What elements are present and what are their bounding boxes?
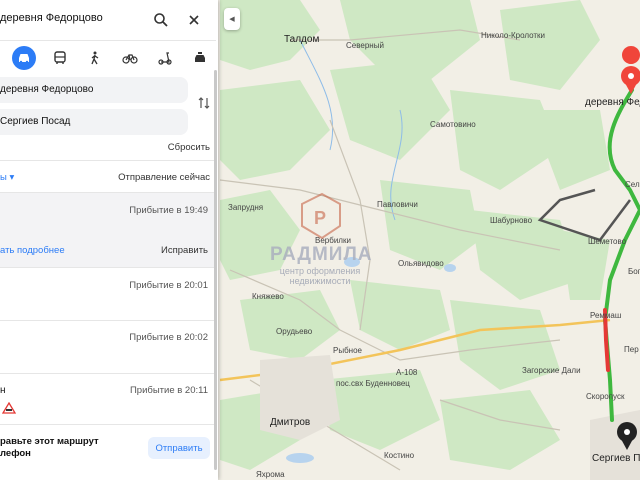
route-fix-link[interactable]: Исправить [161, 245, 208, 256]
scooter-icon [158, 52, 172, 65]
from-field[interactable]: деревня Федорцово [0, 77, 188, 103]
mode-transit[interactable] [48, 46, 72, 70]
map-label-sergiev: Сергиев По [592, 453, 640, 464]
swap-icon[interactable] [198, 96, 210, 110]
send-to-phone-block: равьте этот маршрут лефон Отправить [0, 432, 216, 466]
route-arrival: Прибытие в 19:49 [129, 205, 208, 216]
route-option-3[interactable]: Прибытие в 20:02 [0, 321, 216, 373]
search-icon[interactable] [153, 12, 169, 28]
search-bar[interactable]: деревня Федорцово [0, 4, 212, 34]
panel-scrollbar[interactable] [214, 70, 217, 470]
map-label-olyavidovo: Ольявидово [398, 259, 444, 268]
route-arrival: Прибытие в 20:11 [129, 385, 208, 396]
route-arrival: Прибытие в 20:01 [129, 280, 208, 291]
map-label-kostino: Костино [384, 451, 415, 460]
map-label-shaburnovo: Шабурново [490, 216, 533, 225]
route-option-1[interactable]: Прибытие в 19:49 ать подробнее Исправить [0, 193, 216, 267]
mode-taxi[interactable] [188, 46, 212, 70]
map-label-fedortsovo: деревня Федо [585, 97, 640, 108]
mode-bike[interactable] [118, 46, 142, 70]
watermark-subtitle-line2: недвижимости [289, 276, 351, 286]
departure-time[interactable]: Отправление сейчас [118, 172, 210, 183]
watermark-subtitle: центр оформления недвижимости [272, 266, 368, 286]
map-label-samotovino: Самотовино [430, 120, 476, 129]
map-label-pavlovichi: Павловичи [377, 200, 418, 209]
divider [0, 160, 216, 161]
svg-text:Р: Р [314, 208, 326, 228]
map-label-yakhroma: Яхрома [256, 470, 285, 479]
watermark-subtitle-line1: центр оформления [279, 266, 361, 276]
route-option-2[interactable]: Прибытие в 20:01 [0, 268, 216, 320]
mode-walk[interactable] [83, 46, 107, 70]
send-to-phone-text: равьте этот маршрут лефон [0, 436, 99, 460]
map-label-per: Пер [624, 345, 639, 354]
route-title: н [0, 385, 6, 396]
map-label-zaprudnya: Запрудня [228, 203, 263, 212]
travel-mode-selector [0, 44, 216, 72]
map-label-sel: Сел [625, 180, 640, 189]
close-icon[interactable] [186, 12, 202, 28]
walk-icon [91, 51, 99, 65]
road-works-icon [2, 402, 16, 414]
to-field[interactable]: Сергиев Посад [0, 109, 188, 135]
map-label-skoropusk: Скоропуск [586, 392, 625, 401]
send-line-1: равьте этот маршрут [0, 436, 99, 447]
map-label-rybnoe: Рыбное [333, 346, 363, 355]
map-label-nikolo: Николо-Кролотки [481, 31, 545, 40]
map-label-taldom: Талдом [284, 34, 319, 45]
map-label-a108: А-108 [396, 368, 418, 377]
reset-button[interactable]: Сбросить [168, 142, 210, 153]
divider [0, 40, 216, 41]
map-label-remmash: Реммаш [590, 311, 621, 320]
mode-car[interactable] [12, 46, 36, 70]
map-label-orudyevo: Орудьево [276, 327, 313, 336]
map-label-shemetovo: Шеметово [588, 237, 627, 246]
route-details-link[interactable]: ать подробнее [0, 245, 65, 256]
route-panel: деревня Федорцово деревня Федорцово Серг… [0, 0, 218, 480]
divider [0, 424, 216, 425]
route-arrival: Прибытие в 20:02 [129, 332, 208, 343]
collapse-panel-button[interactable]: ◀ [224, 8, 240, 30]
car-icon [19, 54, 29, 64]
bike-icon [122, 54, 138, 64]
map-label-zagorskie: Загорские Дали [522, 366, 581, 375]
watermark-title: РАДМИЛА [270, 244, 373, 265]
route-option-4[interactable]: н Прибытие в 20:11 [0, 374, 216, 424]
map-label-dmitrov: Дмитров [270, 417, 310, 428]
map-label-knyazhevo: Княжево [252, 292, 284, 301]
map-label-severny: Северный [346, 41, 384, 50]
to-value: Сергиев Посад [0, 116, 71, 127]
bus-icon [54, 51, 66, 64]
from-value: деревня Федорцово [0, 84, 94, 95]
send-button[interactable]: Отправить [148, 437, 210, 459]
taxi-icon [195, 52, 205, 62]
search-input[interactable]: деревня Федорцово [0, 12, 103, 24]
route-options-toggle[interactable]: ы ▾ [0, 172, 14, 183]
map-label-budennovets: пос.свх Буденновец [336, 379, 410, 388]
map-label-bog: Бог [628, 267, 640, 276]
send-line-2: лефон [0, 448, 31, 459]
mode-scooter[interactable] [153, 46, 177, 70]
